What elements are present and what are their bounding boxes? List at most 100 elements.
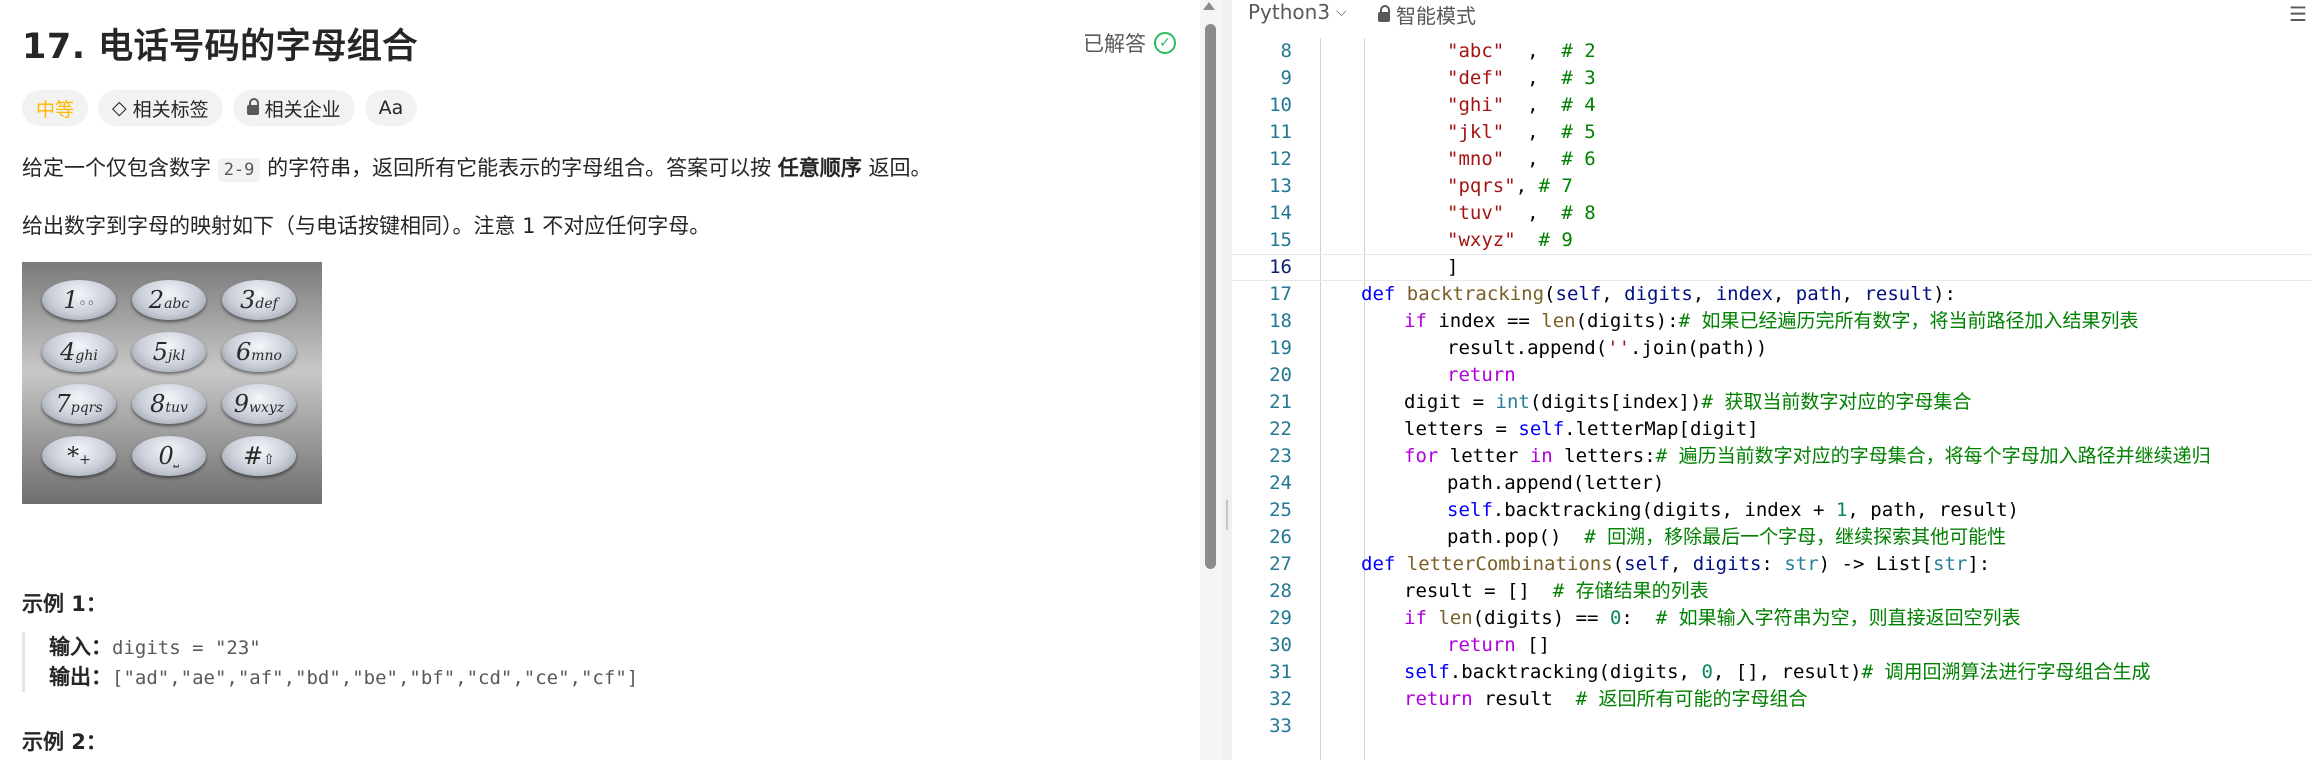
code-line[interactable]: 30 return [] bbox=[1232, 632, 2311, 659]
code-text: "mno" , # 6 bbox=[1447, 146, 1596, 173]
code-token: letterCombinations bbox=[1406, 553, 1613, 575]
pane-resize-handle[interactable] bbox=[1222, 0, 1232, 760]
keypad-key: 7pqrs bbox=[42, 384, 116, 424]
code-token: # 回溯，移除最后一个字母，继续探索其他可能性 bbox=[1584, 526, 2007, 548]
code-token: : bbox=[1621, 607, 1656, 629]
line-number: 22 bbox=[1269, 418, 1292, 440]
code-line[interactable]: 26 path.pop() # 回溯，移除最后一个字母，继续探索其他可能性 bbox=[1232, 524, 2311, 551]
code-token: str bbox=[1933, 553, 1968, 575]
code-token: "pqrs" bbox=[1447, 175, 1516, 197]
code-token: 0 bbox=[1609, 607, 1622, 629]
code-line[interactable]: 31 self.backtracking(digits, 0, [], resul… bbox=[1232, 659, 2311, 686]
key-letters: ghi bbox=[75, 348, 98, 364]
code-editor-panel: Python3 ⌵ 智能模式 ☰ 8 "abc" , # 2 9 "def" , # … bbox=[1232, 0, 2311, 760]
code-line[interactable]: 18 if index == len(digits):# 如果已经遍历完所有数字，… bbox=[1232, 308, 2311, 335]
key-number: 3 bbox=[240, 286, 256, 314]
code-text: def backtracking(self, digits, index, pa… bbox=[1361, 281, 1956, 308]
code-line[interactable]: 9 "def" , # 3 bbox=[1232, 65, 2311, 92]
line-number: 29 bbox=[1269, 607, 1292, 629]
code-token: in bbox=[1529, 445, 1565, 467]
code-line[interactable]: 17 def backtracking(self, digits, index, … bbox=[1232, 281, 2311, 308]
code-token: # 8 bbox=[1561, 202, 1596, 224]
code-line[interactable]: 28 result = [] # 存储结果的列表 bbox=[1232, 578, 2311, 605]
code-token: path.append(letter) bbox=[1447, 472, 1665, 494]
smart-mode-toggle[interactable]: 智能模式 bbox=[1378, 0, 1476, 29]
key-number: 9 bbox=[233, 390, 250, 418]
code-token: .join(path)) bbox=[1630, 337, 1768, 359]
menu-icon[interactable]: ☰ bbox=[2289, 2, 2307, 26]
code-token: "jkl" bbox=[1447, 121, 1505, 143]
line-number: 18 bbox=[1269, 310, 1292, 332]
keypad-key: 2abc bbox=[132, 280, 206, 320]
related-companies-button[interactable]: 相关企业 bbox=[232, 90, 355, 126]
code-line[interactable]: 13 "pqrs", # 7 bbox=[1232, 173, 2311, 200]
code-line[interactable]: 14 "tuv" , # 8 bbox=[1232, 200, 2311, 227]
code-token: "abc" bbox=[1447, 40, 1505, 62]
related-companies-label: 相关企业 bbox=[264, 98, 341, 121]
code-area[interactable]: 8 "abc" , # 2 9 "def" , # 3 10 "ghi" , # 4 11 "… bbox=[1232, 38, 2311, 740]
difficulty-badge: 中等 bbox=[22, 90, 89, 126]
code-token: , bbox=[1504, 148, 1562, 170]
code-text: return bbox=[1447, 362, 1516, 389]
language-selector[interactable]: Python3 ⌵ bbox=[1248, 0, 1347, 24]
code-token: path.pop() bbox=[1447, 526, 1585, 548]
related-tags-button[interactable]: ◇ 相关标签 bbox=[98, 90, 223, 126]
code-token: # 7 bbox=[1538, 175, 1573, 197]
code-token: , bbox=[1515, 175, 1539, 197]
scroll-up-arrow-icon[interactable] bbox=[1203, 2, 1215, 10]
statement-text: 给定一个仅包含数字 bbox=[22, 156, 218, 180]
description-scrollbar-thumb[interactable] bbox=[1205, 24, 1216, 569]
code-token: , bbox=[1772, 283, 1796, 305]
code-token: # 返回所有可能的字母组合 bbox=[1575, 688, 1808, 710]
code-token: str bbox=[1784, 553, 1819, 575]
code-text: result.append(''.join(path)) bbox=[1447, 335, 1767, 362]
chevron-down-icon: ⌵ bbox=[1336, 4, 1347, 20]
code-line[interactable]: 22 letters = self.letterMap[digit] bbox=[1232, 416, 2311, 443]
keypad-key: 9wxyz bbox=[222, 384, 296, 424]
translate-button[interactable]: Aa bbox=[364, 90, 418, 126]
code-line[interactable]: 10 "ghi" , # 4 bbox=[1232, 92, 2311, 119]
key-number: 8 bbox=[150, 390, 166, 418]
key-number: 2 bbox=[148, 286, 165, 314]
line-number: 19 bbox=[1269, 337, 1292, 359]
mapping-note: 给出数字到字母的映射如下（与电话按键相同）。注意 1 不对应任何字母。 bbox=[22, 214, 711, 238]
check-circle-icon: ✓ bbox=[1154, 32, 1176, 54]
code-token: (digits): bbox=[1575, 310, 1679, 332]
code-line[interactable]: 11 "jkl" , # 5 bbox=[1232, 119, 2311, 146]
code-line[interactable]: 33 bbox=[1232, 713, 2311, 740]
code-token: , bbox=[1692, 283, 1716, 305]
code-line[interactable]: 21 digit = int(digits[index])# 获取当前数字对应的字… bbox=[1232, 389, 2311, 416]
code-text: self.backtracking(digits, index + 1, pat… bbox=[1447, 497, 2019, 524]
line-number: 27 bbox=[1269, 553, 1292, 575]
code-line[interactable]: 29 if len(digits) == 0: # 如果输入字符串为空，则直接返回… bbox=[1232, 605, 2311, 632]
code-line[interactable]: 8 "abc" , # 2 bbox=[1232, 38, 2311, 65]
code-line[interactable]: 20 return bbox=[1232, 362, 2311, 389]
statement-text: 返回。 bbox=[861, 156, 932, 180]
code-line[interactable]: 25 self.backtracking(digits, index + 1, p… bbox=[1232, 497, 2311, 524]
line-number: 20 bbox=[1269, 364, 1292, 386]
key-letters: def bbox=[255, 296, 278, 312]
code-line[interactable]: 27 def letterCombinations(self, digits: s… bbox=[1232, 551, 2311, 578]
code-token: self bbox=[1555, 283, 1602, 305]
code-token: index bbox=[1715, 283, 1773, 305]
code-text: "pqrs", # 7 bbox=[1447, 173, 1573, 200]
code-line[interactable]: 12 "mno" , # 6 bbox=[1232, 146, 2311, 173]
code-text: digit = int(digits[index])# 获取当前数字对应的字母集… bbox=[1404, 389, 1971, 416]
code-token: len bbox=[1438, 607, 1473, 629]
code-line[interactable]: 15 "wxyz" # 9 bbox=[1232, 227, 2311, 254]
line-number: 33 bbox=[1269, 715, 1292, 737]
code-token: , bbox=[1841, 283, 1865, 305]
line-number: 32 bbox=[1269, 688, 1292, 710]
code-token: # 调用回溯算法进行字母组合生成 bbox=[1861, 661, 2151, 683]
key-number: 1 bbox=[63, 286, 79, 314]
line-number: 23 bbox=[1269, 445, 1292, 467]
code-token: # 存储结果的列表 bbox=[1552, 580, 1709, 602]
code-line[interactable]: 19 result.append(''.join(path)) bbox=[1232, 335, 2311, 362]
code-token: digits bbox=[1692, 553, 1762, 575]
keypad-key: 8tuv bbox=[132, 384, 206, 424]
code-token: '' bbox=[1607, 337, 1631, 359]
code-line[interactable]: 32 return result # 返回所有可能的字母组合 bbox=[1232, 686, 2311, 713]
code-line[interactable]: 23 for letter in letters:# 遍历当前数字对应的字母集合，… bbox=[1232, 443, 2311, 470]
code-line[interactable]: 24 path.append(letter) bbox=[1232, 470, 2311, 497]
code-line[interactable]: 16] bbox=[1232, 254, 2311, 281]
